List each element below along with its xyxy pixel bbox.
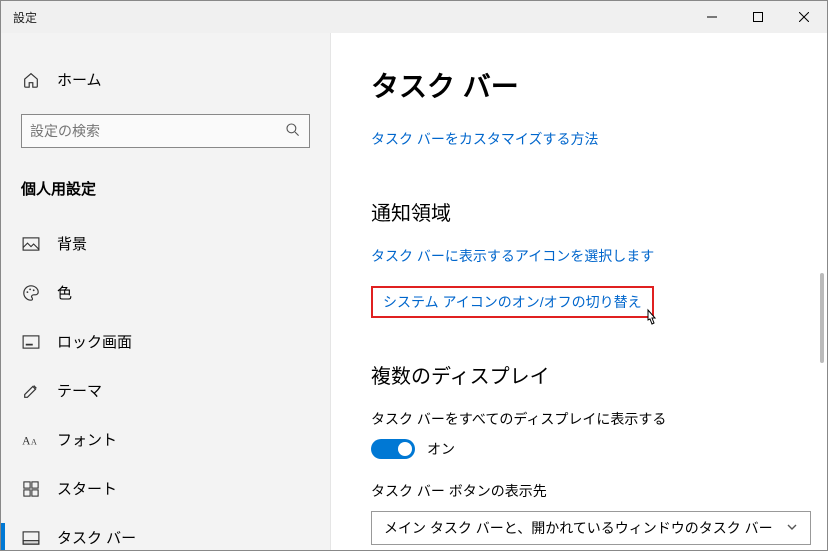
sidebar-item-themes[interactable]: テーマ <box>1 366 330 415</box>
svg-text:A: A <box>31 437 37 446</box>
multi-display-section-title: 複数のディスプレイ <box>371 360 787 389</box>
lockscreen-icon <box>21 335 41 349</box>
select-icons-link[interactable]: タスク バーに表示するアイコンを選択します <box>371 246 654 266</box>
system-icons-link[interactable]: システム アイコンのオン/オフの切り替え <box>383 292 642 312</box>
highlighted-link-box: システム アイコンのオン/オフの切り替え <box>371 286 654 318</box>
toggle-state-label: オン <box>427 439 455 459</box>
sidebar-item-label: スタート <box>57 478 117 499</box>
show-all-displays-label: タスク バーをすべてのディスプレイに表示する <box>371 409 787 429</box>
sidebar-item-taskbar[interactable]: タスク バー <box>1 513 330 550</box>
window-title: 設定 <box>13 9 37 26</box>
theme-icon <box>21 382 41 400</box>
chevron-down-icon <box>786 520 798 536</box>
sidebar-item-label: フォント <box>57 429 117 450</box>
page-title: タスク バー <box>371 65 787 105</box>
search-input-wrap[interactable] <box>21 114 310 148</box>
sidebar-item-label: 背景 <box>57 233 87 254</box>
titlebar: 設定 <box>1 1 827 33</box>
close-button[interactable] <box>781 1 827 33</box>
nav-list: 背景 色 ロック画面 テーマ <box>1 219 330 550</box>
sidebar-item-label: ロック画面 <box>57 331 132 352</box>
cursor-icon <box>642 307 662 334</box>
sidebar-item-background[interactable]: 背景 <box>1 219 330 268</box>
home-icon <box>21 71 41 89</box>
maximize-button[interactable] <box>735 1 781 33</box>
sidebar-item-lockscreen[interactable]: ロック画面 <box>1 317 330 366</box>
start-icon <box>21 481 41 497</box>
sidebar-item-start[interactable]: スタート <box>1 464 330 513</box>
scrollbar[interactable] <box>820 273 824 363</box>
window-controls <box>689 1 827 33</box>
home-label: ホーム <box>57 69 102 90</box>
show-all-toggle[interactable] <box>371 439 415 459</box>
font-icon: AA <box>21 432 41 448</box>
sidebar-item-label: 色 <box>57 282 72 303</box>
button-destination-dropdown[interactable]: メイン タスク バーと、開かれているウィンドウのタスク バー <box>371 511 811 545</box>
search-icon <box>285 122 301 141</box>
minimize-button[interactable] <box>689 1 735 33</box>
customize-link[interactable]: タスク バーをカスタマイズする方法 <box>371 129 598 149</box>
palette-icon <box>21 284 41 302</box>
sidebar: ホーム 個人用設定 背景 色 <box>1 33 331 550</box>
sidebar-item-label: テーマ <box>57 380 102 401</box>
notification-section-title: 通知領域 <box>371 197 787 226</box>
sidebar-item-fonts[interactable]: AA フォント <box>1 415 330 464</box>
search-input[interactable] <box>30 123 285 139</box>
svg-text:A: A <box>22 435 31 447</box>
dropdown-value: メイン タスク バーと、開かれているウィンドウのタスク バー <box>384 518 773 538</box>
sidebar-item-label: タスク バー <box>57 527 136 548</box>
sidebar-section-header: 個人用設定 <box>1 172 330 219</box>
home-nav[interactable]: ホーム <box>1 61 330 98</box>
taskbar-icon <box>21 531 41 545</box>
button-destination-label: タスク バー ボタンの表示先 <box>371 481 787 501</box>
sidebar-item-colors[interactable]: 色 <box>1 268 330 317</box>
picture-icon <box>21 237 41 251</box>
content-pane: タスク バー タスク バーをカスタマイズする方法 通知領域 タスク バーに表示す… <box>331 33 827 550</box>
